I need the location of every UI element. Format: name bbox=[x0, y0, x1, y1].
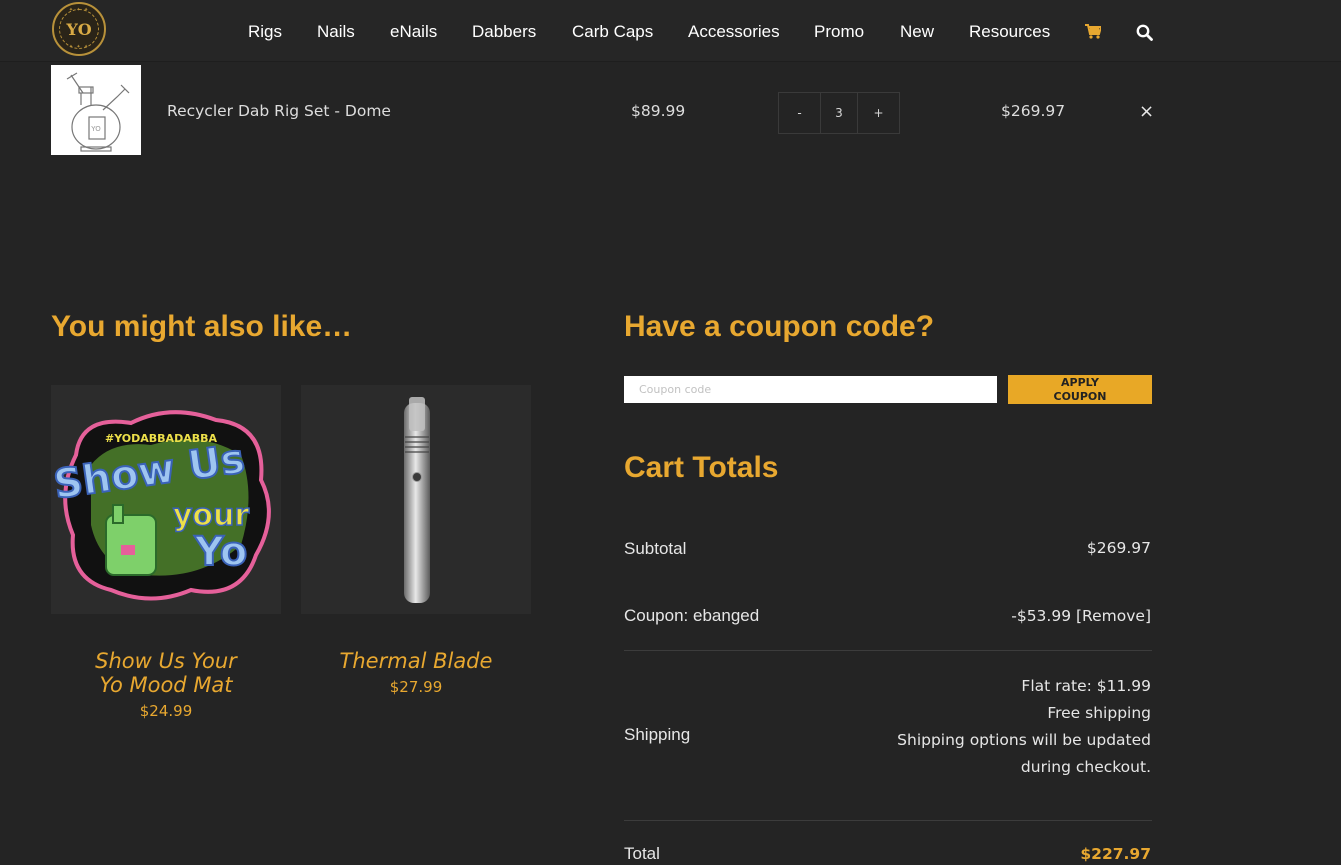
coupon-applied-label: Coupon: ebanged bbox=[624, 606, 760, 625]
nav-resources[interactable]: Resources bbox=[969, 22, 1050, 42]
nav-rigs[interactable]: Rigs bbox=[248, 22, 282, 42]
main-nav: Rigs Nails eNails Dabbers Carb Caps Acce… bbox=[0, 0, 1341, 62]
product-name-line2[interactable]: Yo Mood Mat bbox=[51, 673, 281, 697]
cart-totals-heading: Cart Totals bbox=[624, 451, 779, 484]
qty-increase-button[interactable]: + bbox=[858, 93, 899, 133]
apply-coupon-button[interactable]: APPLY COUPON bbox=[1008, 375, 1152, 404]
product-price-mood-mat: $24.99 bbox=[139, 702, 193, 720]
nav-promo[interactable]: Promo bbox=[814, 22, 864, 42]
product-name-line1[interactable]: Show Us Your bbox=[51, 649, 281, 673]
coupon-code-input[interactable] bbox=[624, 376, 997, 403]
nav-new[interactable]: New bbox=[900, 22, 934, 42]
coupon-discount-value: -$53.99 bbox=[1011, 607, 1072, 625]
cart-item-price: $89.99 bbox=[631, 102, 686, 120]
coupon-heading: Have a coupon code? bbox=[624, 310, 935, 343]
shipping-flat-rate[interactable]: Flat rate: $11.99 bbox=[897, 673, 1151, 700]
product-image-mood-mat[interactable]: #YODABBADABBA Show Us your Yo bbox=[50, 385, 281, 614]
cart-icon[interactable] bbox=[1085, 24, 1103, 44]
shipping-details: Flat rate: $11.99 Free shipping Shipping… bbox=[897, 673, 1151, 781]
related-heading: You might also like… bbox=[51, 310, 353, 343]
product-name-mood-mat[interactable]: Show Us Your Yo Mood Mat bbox=[51, 649, 281, 697]
totals-divider bbox=[624, 650, 1152, 651]
product-image-thermal-blade[interactable] bbox=[301, 385, 531, 614]
nav-enails[interactable]: eNails bbox=[390, 22, 437, 42]
qty-input[interactable]: 3 bbox=[820, 93, 858, 133]
apply-coupon-label-line1: APPLY bbox=[1061, 376, 1099, 389]
nav-nails[interactable]: Nails bbox=[317, 22, 355, 42]
remove-item-button[interactable]: × bbox=[1139, 101, 1154, 122]
subtotal-value: $269.97 bbox=[1086, 539, 1151, 557]
shipping-note-line2: during checkout. bbox=[1020, 758, 1151, 776]
coupon-applied-row: -$53.99 [Remove] bbox=[1011, 607, 1151, 625]
product-price-thermal-blade: $27.99 bbox=[389, 678, 443, 696]
total-label: Total bbox=[624, 844, 660, 863]
shipping-note-line1: Shipping options will be updated bbox=[897, 731, 1151, 749]
svg-text:Yo: Yo bbox=[194, 529, 248, 575]
nav-dabbers[interactable]: Dabbers bbox=[472, 22, 536, 42]
nav-carb-caps[interactable]: Carb Caps bbox=[572, 22, 653, 42]
site-header: ✦ ✦ ✦ YO ✦ ✦ ✦ Rigs Nails eNails Dabbers… bbox=[0, 0, 1341, 62]
subtotal-label: Subtotal bbox=[624, 539, 687, 558]
nav-accessories[interactable]: Accessories bbox=[688, 22, 780, 42]
quantity-stepper: - 3 + bbox=[778, 92, 900, 134]
total-value: $227.97 bbox=[1080, 845, 1151, 863]
shipping-label: Shipping bbox=[624, 725, 691, 744]
cart-item-thumbnail[interactable]: YO bbox=[51, 65, 141, 155]
shipping-free[interactable]: Free shipping bbox=[897, 700, 1151, 727]
totals-divider-bottom bbox=[624, 820, 1152, 821]
product-name-thermal-blade[interactable]: Thermal Blade bbox=[301, 649, 531, 673]
svg-text:YO: YO bbox=[90, 125, 101, 133]
svg-text:your: your bbox=[173, 498, 250, 533]
apply-coupon-label-line2: COUPON bbox=[1053, 390, 1107, 403]
cart-item-subtotal: $269.97 bbox=[1001, 102, 1066, 120]
qty-decrease-button[interactable]: - bbox=[779, 93, 820, 133]
search-icon[interactable] bbox=[1136, 24, 1153, 46]
cart-item-name[interactable]: Recycler Dab Rig Set - Dome bbox=[167, 102, 391, 120]
remove-coupon-link[interactable]: [Remove] bbox=[1076, 607, 1151, 625]
